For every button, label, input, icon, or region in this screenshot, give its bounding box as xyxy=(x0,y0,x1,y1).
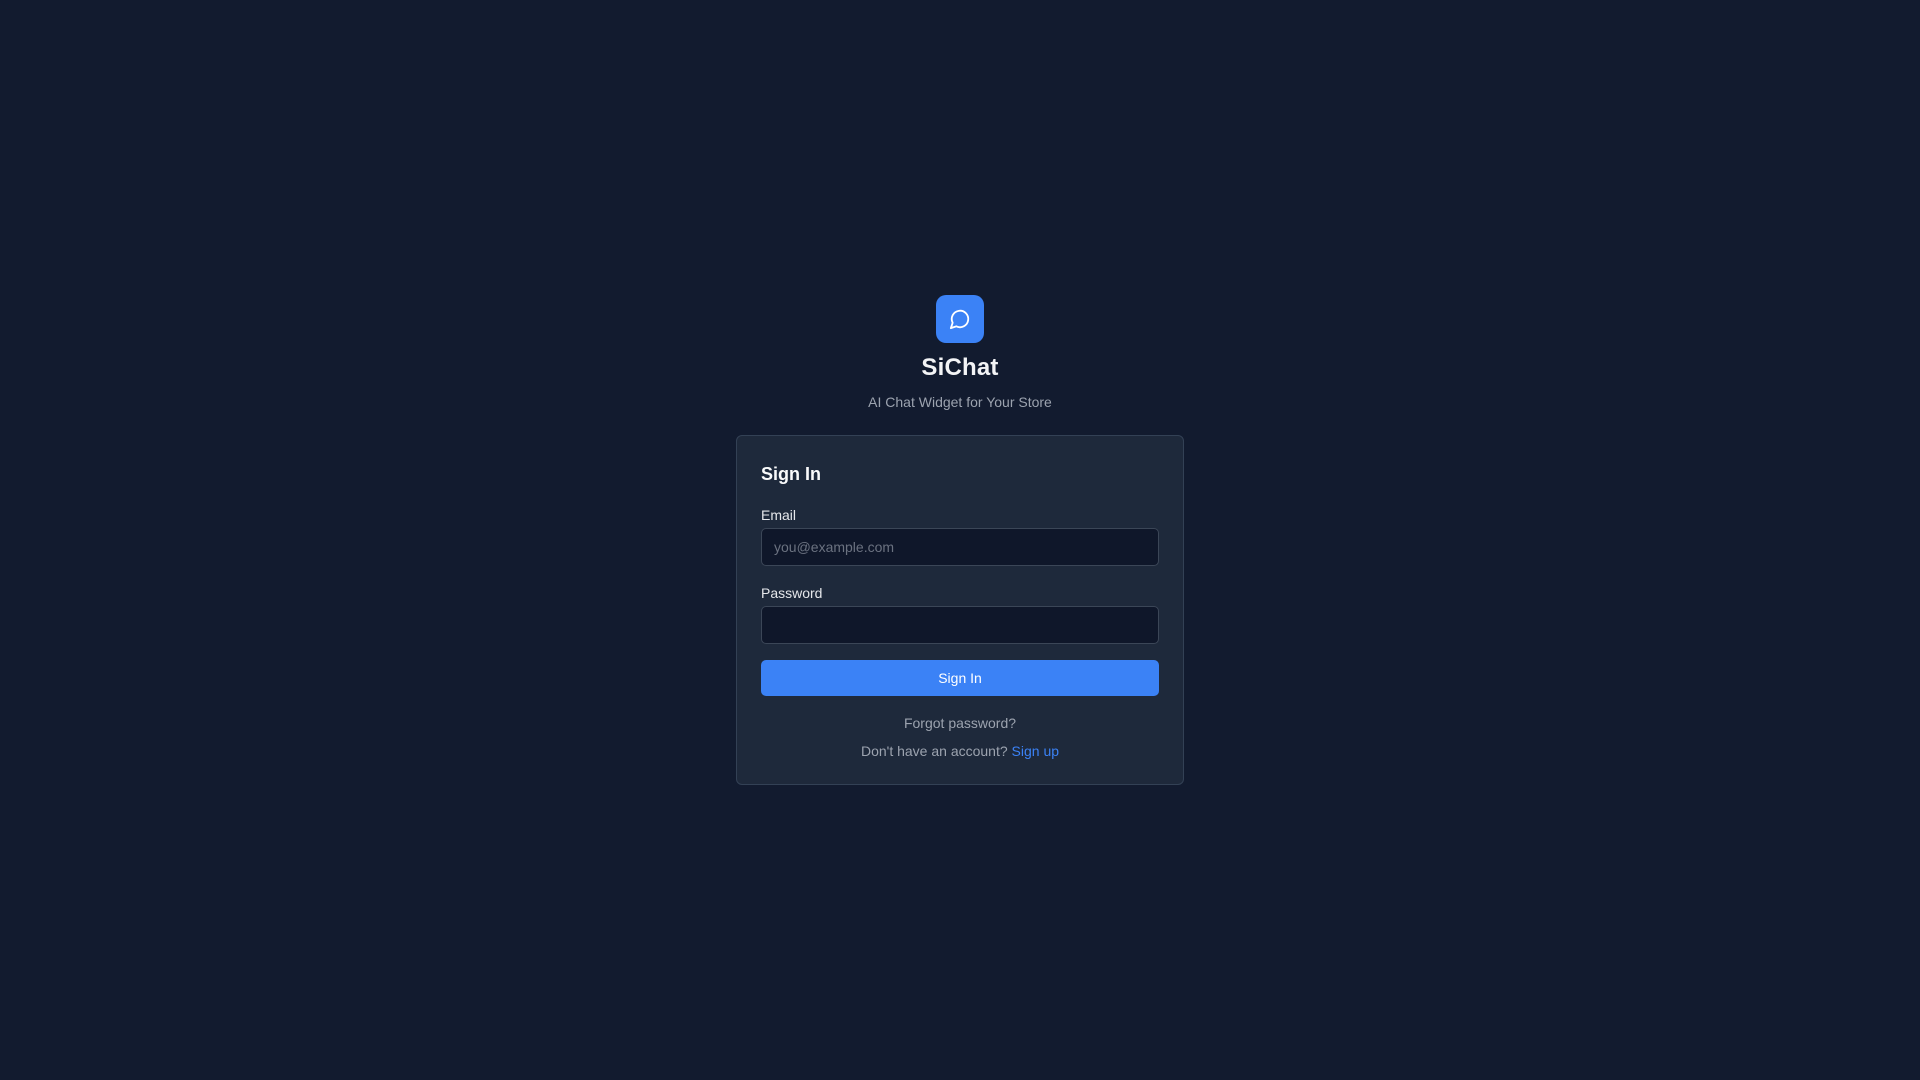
forgot-password-link[interactable]: Forgot password? xyxy=(737,714,1183,732)
app-tagline: AI Chat Widget for Your Store xyxy=(868,394,1052,410)
password-field[interactable] xyxy=(761,606,1159,644)
signin-card: Sign In Email Password Sign In Forgot pa… xyxy=(736,435,1184,785)
app-logo xyxy=(936,295,984,343)
password-label: Password xyxy=(761,585,823,601)
email-label: Email xyxy=(761,507,797,523)
signup-prompt: Don't have an account? xyxy=(860,743,1012,759)
signup-row: Don't have an account? Sign up xyxy=(737,742,1183,760)
signin-button[interactable]: Sign In xyxy=(761,660,1159,696)
signup-link[interactable]: Sign up xyxy=(1012,743,1059,759)
brand-header: SiChat AI Chat Widget for Your Store xyxy=(0,295,1920,411)
login-page: SiChat AI Chat Widget for Your Store Sig… xyxy=(0,0,1920,1080)
app-name: SiChat xyxy=(921,354,999,381)
email-field[interactable] xyxy=(761,528,1159,566)
chat-bubble-icon xyxy=(949,308,971,330)
card-title: Sign In xyxy=(761,464,821,484)
